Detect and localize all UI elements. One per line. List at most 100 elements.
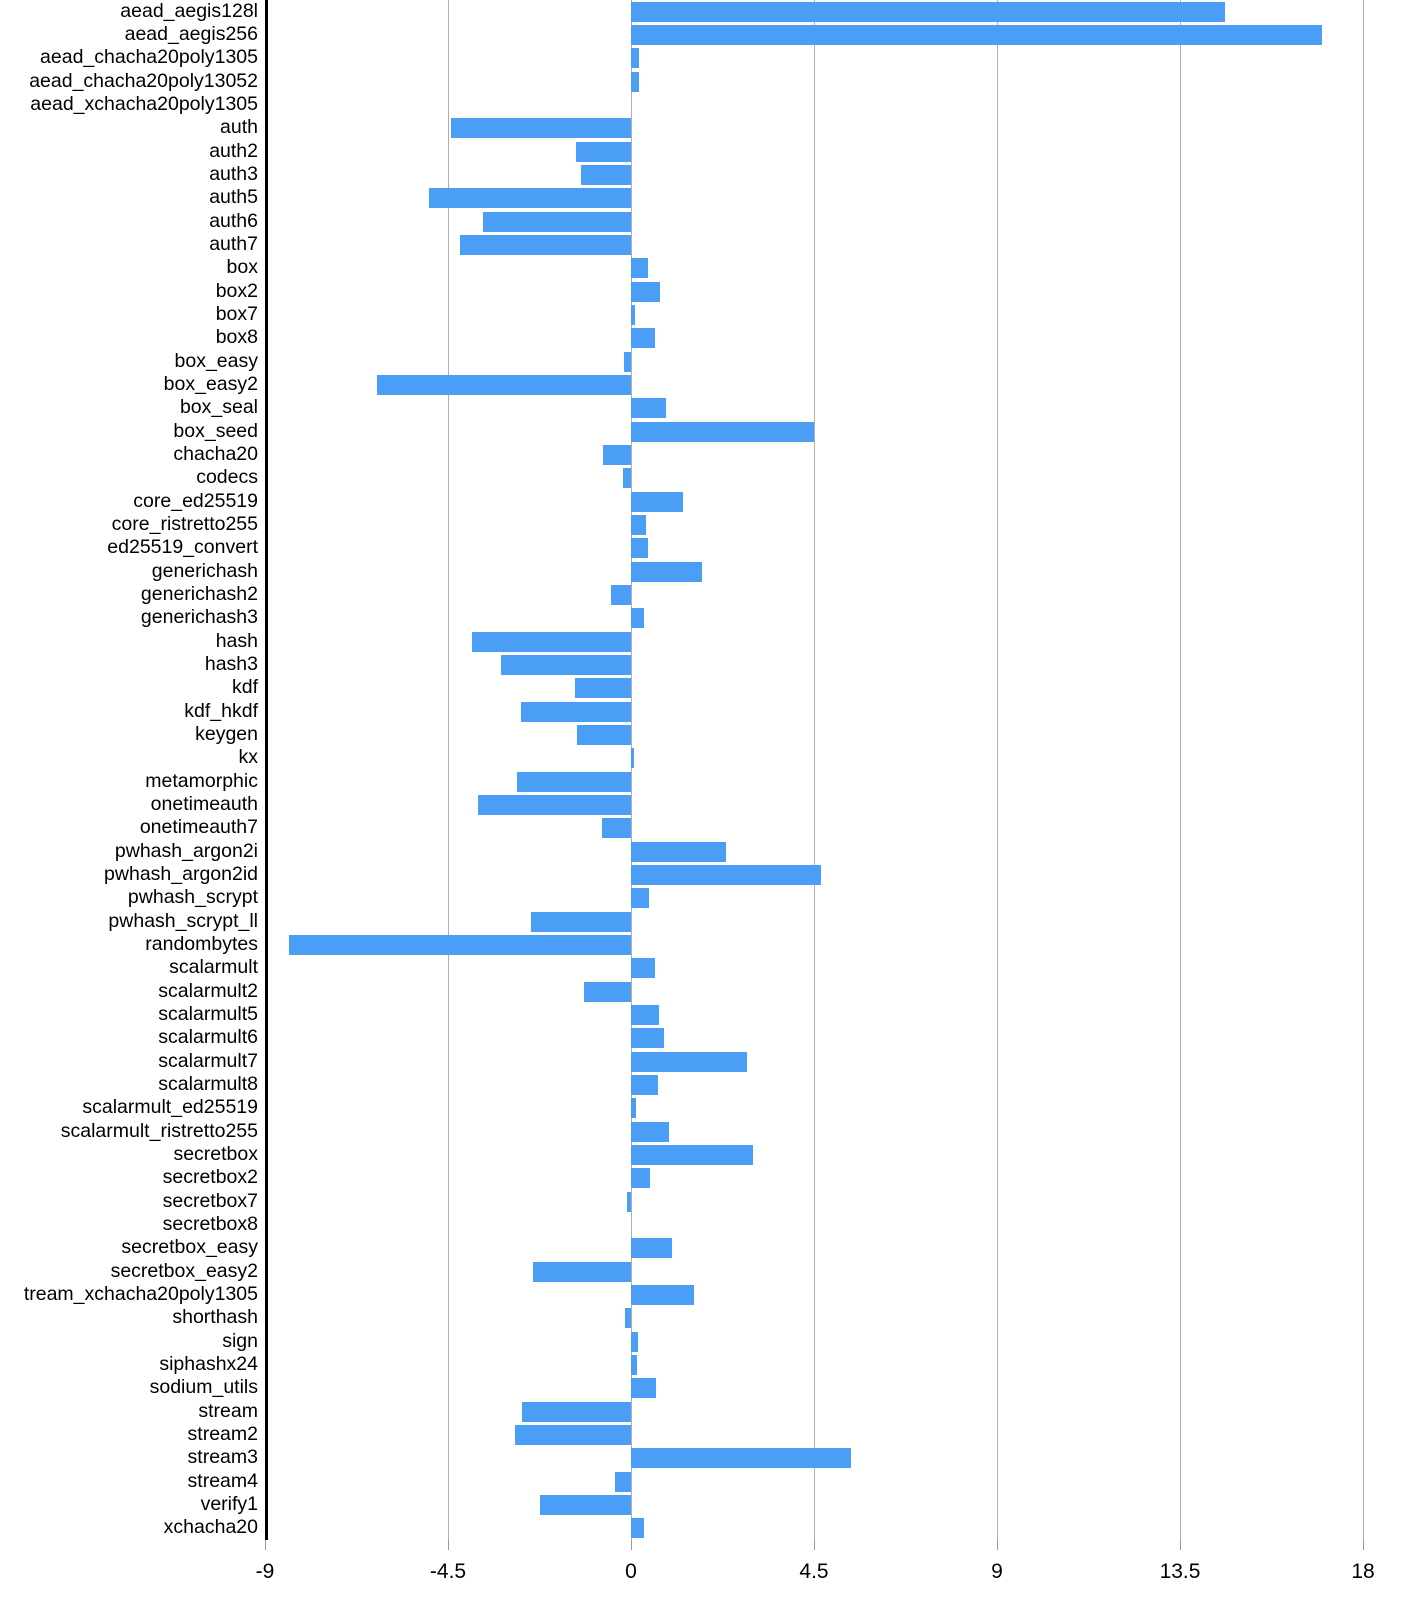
- x-axis-tick-label: 18: [1351, 1560, 1375, 1583]
- y-axis-tick-label: box2: [215, 279, 258, 302]
- y-axis-tick-label: box_seal: [179, 396, 258, 419]
- bar: [631, 398, 666, 419]
- bar: [450, 118, 631, 139]
- y-axis-tick-label: generichash2: [140, 583, 258, 605]
- y-axis-tick-labels: aead_aegis128l aead_aegis256 aead_chacha20…: [0, 0, 258, 1540]
- bar: [516, 771, 631, 792]
- y-axis-tick-label: kdf: [231, 676, 258, 699]
- bar: [631, 1028, 665, 1049]
- bar: [576, 141, 631, 162]
- bar: [576, 725, 631, 745]
- y-axis-tick-label: xchacha20: [163, 1516, 258, 1539]
- x-axis-tick-label: -4.5: [429, 1560, 467, 1583]
- y-axis-tick-label: scalarmult_ristretto255: [60, 1119, 258, 1142]
- x-axis-tick-mark: [265, 1540, 266, 1550]
- y-axis-tick-label: auth: [220, 116, 258, 139]
- bar: [631, 608, 644, 629]
- y-axis-tick-label: codecs: [196, 466, 258, 489]
- y-axis-tick-label: box_seed: [173, 419, 258, 442]
- bar: [514, 1425, 631, 1445]
- y-axis-tick-label: aead_chacha20poly13052: [29, 69, 258, 92]
- bar-chart: aead_aegis128l aead_aegis256 aead_chacha20…: [0, 0, 1402, 1608]
- bar: [540, 1495, 631, 1515]
- y-axis-tick-label: chacha20: [173, 443, 258, 465]
- y-axis-tick-label: box_easy: [174, 349, 258, 372]
- bar: [500, 655, 631, 675]
- y-axis-tick-label: ed25519_convert: [107, 536, 258, 559]
- y-axis-tick-label: secretbox8: [162, 1213, 258, 1235]
- y-axis-tick-label: auth6: [209, 209, 258, 232]
- bar: [580, 165, 631, 185]
- plot-area: [265, 0, 1364, 1540]
- bar: [575, 678, 631, 699]
- y-axis-tick-label: hash3: [204, 653, 258, 675]
- y-axis-tick-label: siphashx24: [159, 1353, 258, 1375]
- x-axis-tick-mark: [997, 1540, 998, 1550]
- bar: [631, 305, 636, 325]
- y-axis-tick-label: auth7: [209, 233, 258, 255]
- bar: [631, 1075, 658, 1095]
- y-axis-tick-label: randombytes: [145, 933, 258, 955]
- y-axis-tick-label: tream_xchacha20poly1305: [23, 1283, 258, 1305]
- bar: [631, 841, 727, 862]
- y-axis-tick-label: core_ristretto255: [111, 513, 258, 535]
- x-axis-tick-mark: [448, 1540, 449, 1550]
- x-axis-tick-mark: [631, 1540, 632, 1550]
- bar: [624, 1308, 631, 1329]
- y-axis-tick-label: stream: [198, 1399, 258, 1422]
- y-axis-tick-label: box: [226, 256, 258, 279]
- bar: [631, 1, 1225, 22]
- y-axis-tick-label: generichash: [151, 559, 258, 582]
- bar: [631, 1378, 656, 1399]
- y-axis-tick-label: secretbox: [173, 1143, 258, 1165]
- x-axis-tick-mark: [814, 1540, 815, 1550]
- bar: [631, 1121, 669, 1142]
- y-axis-tick-label: auth5: [209, 186, 258, 209]
- bar: [622, 468, 631, 489]
- bar: [631, 491, 683, 512]
- bar: [631, 865, 821, 885]
- y-axis-tick-label: scalarmult_ed25519: [82, 1096, 258, 1119]
- bar: [631, 421, 814, 442]
- bar: [631, 258, 649, 279]
- y-axis-tick-label: secretbox7: [162, 1189, 258, 1212]
- bar: [615, 1471, 631, 1492]
- bar: [631, 1098, 636, 1119]
- y-axis-tick-label: box_easy2: [163, 373, 258, 395]
- y-axis-tick-label: pwhash_argon2i: [114, 839, 258, 862]
- gridline: [448, 0, 449, 1540]
- bar: [530, 911, 631, 932]
- bar: [631, 328, 655, 349]
- y-axis-tick-label: scalarmult6: [158, 1026, 258, 1049]
- bar: [460, 235, 631, 255]
- x-axis: -9 -4.5 0 4.5 9 13.5 18: [256, 1540, 1375, 1608]
- y-axis-tick-label: box8: [215, 326, 258, 349]
- bar: [631, 888, 649, 909]
- y-axis-tick-label: generichash3: [140, 606, 258, 629]
- y-axis-tick-label: aead_aegis256: [124, 23, 258, 45]
- bar: [631, 538, 649, 559]
- y-axis-tick-label: aead_xchacha20poly1305: [30, 93, 258, 115]
- y-axis-tick-label: box7: [215, 303, 258, 325]
- y-axis-tick-label: metamorphic: [145, 769, 258, 792]
- y-axis-tick-label: pwhash_argon2id: [104, 863, 258, 885]
- y-axis-tick-label: secretbox2: [162, 1166, 258, 1189]
- y-axis-tick-label: kdf_hkdf: [184, 699, 258, 722]
- x-axis-tick-label: 13.5: [1159, 1560, 1201, 1583]
- bar: [631, 281, 661, 302]
- gridline: [1180, 0, 1181, 1540]
- bar: [631, 48, 640, 69]
- y-axis-tick-label: secretbox_easy: [121, 1236, 258, 1259]
- bar: [631, 1168, 650, 1189]
- y-axis-tick-label: verify1: [200, 1493, 258, 1515]
- x-axis-tick-mark: [1180, 1540, 1181, 1550]
- bar: [631, 561, 702, 582]
- gridline: [1363, 0, 1364, 1540]
- gridline: [631, 0, 632, 1540]
- y-axis-spine: [265, 0, 268, 1540]
- y-axis-tick-label: stream2: [187, 1423, 258, 1445]
- bar: [631, 748, 634, 769]
- y-axis-tick-label: aead_aegis128l: [120, 0, 258, 22]
- x-axis-tick-label: 4.5: [799, 1560, 829, 1583]
- bar: [631, 1448, 851, 1469]
